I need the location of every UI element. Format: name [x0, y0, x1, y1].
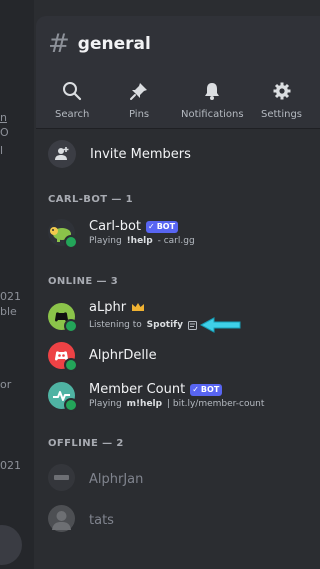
bot-badge: ✓ BOT — [190, 383, 223, 396]
online-status-icon — [64, 235, 78, 249]
highlight-arrow-icon — [199, 317, 242, 333]
add-user-icon — [48, 140, 76, 168]
online-status-icon — [64, 319, 78, 333]
member-name: Carl-bot — [89, 219, 141, 234]
avatar — [48, 219, 78, 249]
avatar — [48, 303, 78, 333]
strip-fragment: l — [0, 144, 4, 157]
pins-button[interactable]: Pins — [129, 80, 149, 120]
emoji-button[interactable] — [0, 525, 22, 565]
member-tats[interactable]: tats — [48, 505, 318, 532]
verified-check-icon: ✓ — [148, 221, 155, 231]
avatar — [48, 342, 78, 372]
channel-header: # general Search Pins Notifications Sett… — [36, 16, 320, 129]
gear-icon — [272, 80, 292, 102]
member-name: Member Count — [89, 382, 186, 397]
strip-fragment: O — [0, 126, 9, 139]
member-alphr[interactable]: aLphr Listening to Spotify — [48, 300, 318, 333]
settings-button[interactable]: Settings — [261, 80, 302, 120]
background-channel-strip: n O l 021 ble or 021 — [0, 0, 34, 569]
online-status-icon — [64, 358, 78, 372]
avatar — [48, 464, 75, 491]
bot-badge: ✓ BOT — [146, 220, 179, 233]
online-status-icon — [64, 398, 78, 412]
notifications-label: Notifications — [181, 109, 244, 120]
invite-members-label: Invite Members — [90, 146, 191, 162]
member-name: AlphrDelle — [89, 348, 157, 363]
section-header-carlbot: CARL-BOT — 1 — [48, 194, 133, 205]
channel-name: general — [77, 34, 151, 54]
bell-icon — [202, 80, 222, 102]
member-membercount[interactable]: Member Count ✓ BOT Playing m!help | bit.l… — [48, 382, 318, 412]
notifications-button[interactable]: Notifications — [181, 80, 244, 120]
search-icon — [62, 80, 82, 102]
strip-fragment: 021 — [0, 290, 21, 303]
member-activity: Listening to Spotify — [89, 317, 242, 333]
avatar — [48, 382, 78, 412]
strip-fragment: n — [0, 111, 7, 124]
section-header-online: ONLINE — 3 — [48, 276, 119, 287]
strip-fragment: or — [0, 378, 12, 391]
member-activity: Playing !help - carl.gg — [89, 236, 195, 246]
pin-icon — [129, 80, 149, 102]
rich-presence-icon — [187, 320, 197, 330]
section-header-offline: OFFLINE — 2 — [48, 438, 124, 449]
avatar — [48, 505, 75, 532]
member-name: AlphrJan — [89, 472, 144, 487]
pins-label: Pins — [129, 109, 150, 120]
settings-label: Settings — [261, 109, 303, 120]
verified-check-icon: ✓ — [192, 384, 199, 394]
channel-title: # general — [48, 31, 151, 57]
search-button[interactable]: Search — [55, 80, 89, 120]
member-carlbot[interactable]: Carl-bot ✓ BOT Playing !help - carl.gg — [48, 219, 318, 249]
member-alphrdelle[interactable]: AlphrDelle — [48, 342, 318, 372]
member-activity: Playing m!help | bit.ly/member-count — [89, 399, 265, 409]
strip-fragment: ble — [0, 305, 17, 318]
strip-fragment: 021 — [0, 459, 21, 472]
member-alphrjan[interactable]: AlphrJan — [48, 464, 318, 491]
search-label: Search — [55, 109, 90, 120]
member-name: tats — [89, 513, 114, 528]
crown-icon — [131, 302, 145, 313]
channel-members-panel: # general Search Pins Notifications Sett… — [36, 16, 320, 569]
hash-icon: # — [48, 29, 70, 59]
invite-members-button[interactable]: Invite Members — [48, 140, 191, 168]
member-name: aLphr — [89, 300, 127, 315]
